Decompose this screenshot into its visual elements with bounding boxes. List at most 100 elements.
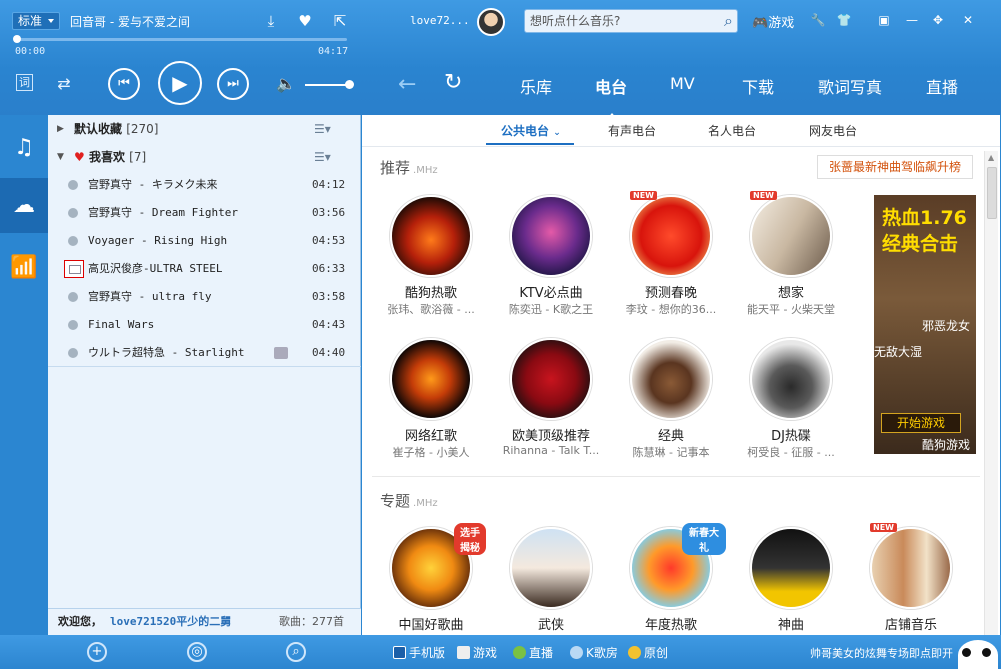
expand-arrow-icon[interactable]: ▶ bbox=[57, 115, 64, 143]
card-cover[interactable] bbox=[390, 338, 472, 420]
nav-lyrics-photo[interactable]: 歌词写真 bbox=[818, 74, 882, 98]
collapse-arrow-icon[interactable]: ▼ bbox=[57, 143, 64, 171]
game-link[interactable]: 游戏 bbox=[457, 644, 497, 661]
cloud-icon[interactable]: ☁ bbox=[0, 178, 48, 233]
original-link[interactable]: 原创 bbox=[628, 644, 668, 661]
radio-card[interactable]: DJ热碟 柯受良 - 征服 - ... bbox=[736, 338, 846, 460]
play-button[interactable]: ▶ bbox=[158, 61, 202, 105]
start-game-button[interactable]: 开始游戏 bbox=[881, 413, 961, 433]
card-cover[interactable] bbox=[510, 527, 592, 609]
tools-icon[interactable]: 🔧 bbox=[810, 12, 826, 28]
scrollbar-thumb[interactable] bbox=[987, 167, 997, 219]
welcome-text: 欢迎您， bbox=[58, 615, 102, 628]
topic-card[interactable]: 新春大礼 年度热歌 bbox=[616, 523, 726, 633]
song-row[interactable]: ウルトラ超特急 - Starlight 04:40 bbox=[48, 339, 361, 367]
ktv-link[interactable]: K歌房 bbox=[570, 644, 618, 661]
song-row[interactable]: 宫野真守 - Dream Fighter 03:56 bbox=[48, 199, 361, 227]
card-cover[interactable] bbox=[630, 195, 712, 277]
nav-download[interactable]: 下载 bbox=[742, 74, 774, 98]
topic-card[interactable]: 武侠 bbox=[496, 527, 606, 633]
prev-button[interactable]: ⏮ bbox=[108, 68, 140, 100]
song-row[interactable]: 高见沢俊彦-ULTRA STEEL 06:33 bbox=[48, 255, 361, 283]
radio-card[interactable]: 经典 陈慧琳 - 记事本 bbox=[616, 338, 726, 460]
radio-signal-icon[interactable]: 📶 bbox=[0, 240, 48, 295]
close-icon[interactable]: ✕ bbox=[960, 12, 976, 28]
game-button[interactable]: 🎮游戏 bbox=[752, 12, 794, 31]
username[interactable]: love72... bbox=[410, 14, 470, 27]
marquee-text[interactable]: 帅哥美女的炫舞专场即点即开 bbox=[810, 645, 960, 661]
card-cover[interactable] bbox=[510, 338, 592, 420]
scrollbar[interactable]: ▲ bbox=[984, 151, 998, 635]
mode-dropdown[interactable]: 标准 bbox=[12, 12, 60, 30]
search-input[interactable] bbox=[525, 10, 705, 32]
minimize-icon[interactable]: — bbox=[904, 12, 920, 28]
tab-public-radio[interactable]: 公共电台 ⌄ bbox=[501, 122, 561, 139]
footer-username[interactable]: love721520平少的二舅 bbox=[110, 609, 231, 635]
playlist-group-default[interactable]: ▶ 默认收藏 [270] ☰▾ bbox=[48, 115, 361, 143]
microphone-icon bbox=[570, 646, 583, 659]
music-note-icon[interactable]: ♫ bbox=[0, 120, 48, 175]
add-icon[interactable]: + bbox=[87, 642, 107, 662]
song-title: 高见沢俊彦-ULTRA STEEL bbox=[88, 262, 223, 275]
playlist-group-favorites[interactable]: ▼ ♥ 我喜欢 [7] ☰▾ bbox=[48, 143, 361, 171]
tab-celebrity-radio[interactable]: 名人电台 bbox=[708, 122, 756, 139]
locate-icon[interactable]: ◎ bbox=[187, 642, 207, 662]
monitor-icon[interactable] bbox=[64, 260, 84, 278]
progress-knob[interactable] bbox=[13, 35, 21, 43]
song-row[interactable]: Final Wars 04:43 bbox=[48, 311, 361, 339]
search-icon[interactable]: ⌕ bbox=[286, 642, 306, 662]
radio-card[interactable]: NEW 预测春晚 李玟 - 想你的36... bbox=[616, 191, 726, 317]
game-ad-banner[interactable]: 热血1.76 经典合击 邪恶龙女 无敌大湿 开始游戏 酷狗游戏 bbox=[874, 195, 976, 454]
nav-radio[interactable]: 电台 bbox=[595, 74, 627, 98]
mobile-link[interactable]: 手机版 bbox=[393, 644, 445, 661]
volume-knob[interactable] bbox=[345, 80, 354, 89]
repeat-icon[interactable]: ⇄ bbox=[54, 74, 74, 94]
radio-card[interactable]: 酷狗热歌 张玮、歌浴薇 - ... bbox=[376, 195, 486, 317]
nav-mv[interactable]: MV bbox=[670, 74, 695, 93]
tab-user-radio[interactable]: 网友电台 bbox=[809, 122, 857, 139]
card-cover[interactable] bbox=[750, 338, 832, 420]
radio-card[interactable]: 欧美顶级推荐 Rihanna - Talk T... bbox=[496, 338, 606, 457]
card-cover[interactable] bbox=[510, 195, 592, 277]
live-link[interactable]: 直播 bbox=[513, 644, 553, 661]
skin-icon[interactable]: 👕 bbox=[836, 12, 852, 28]
download-icon[interactable]: ⤓ bbox=[262, 12, 280, 30]
volume-icon[interactable]: 🔈 bbox=[276, 74, 296, 94]
nav-live[interactable]: 直播 bbox=[926, 74, 958, 98]
song-row[interactable]: 宫野真守 - キラメク未来 04:12 bbox=[48, 171, 361, 199]
volume-slider[interactable] bbox=[305, 84, 347, 86]
back-arrow-icon[interactable]: ← bbox=[398, 72, 416, 97]
card-cover[interactable] bbox=[750, 527, 832, 609]
mv-icon[interactable] bbox=[274, 347, 288, 359]
heart-icon[interactable]: ♥ bbox=[296, 12, 314, 30]
radio-card[interactable]: KTV必点曲 陈奕迅 - K歌之王 bbox=[496, 195, 606, 317]
lyrics-icon[interactable]: 词 bbox=[16, 74, 33, 91]
topic-card[interactable]: NEW 店铺音乐 bbox=[856, 523, 966, 633]
topic-card[interactable]: 神曲 bbox=[736, 527, 846, 633]
tab-audio-radio[interactable]: 有声电台 bbox=[608, 122, 656, 139]
avatar[interactable] bbox=[477, 8, 505, 36]
progress-bar[interactable] bbox=[13, 35, 347, 43]
radio-card[interactable]: 网络红歌 崔子格 - 小美人 bbox=[376, 338, 486, 460]
menu-icon[interactable]: ▣ bbox=[876, 12, 892, 28]
topic-card[interactable]: 选手揭秘 中国好歌曲 bbox=[376, 523, 486, 633]
list-menu-icon[interactable]: ☰▾ bbox=[314, 115, 331, 143]
nav-library[interactable]: 乐库 bbox=[520, 74, 552, 98]
search-box[interactable]: ⌕ bbox=[524, 9, 738, 33]
search-icon[interactable]: ⌕ bbox=[724, 11, 733, 31]
card-cover[interactable] bbox=[630, 338, 712, 420]
card-cover[interactable] bbox=[870, 527, 952, 609]
radio-card[interactable]: NEW 想家 能天平 - 火柴天堂 bbox=[736, 191, 846, 317]
song-row[interactable]: 宫野真守 - ultra fly 03:58 bbox=[48, 283, 361, 311]
card-cover[interactable] bbox=[390, 195, 472, 277]
list-menu-icon[interactable]: ☰▾ bbox=[314, 143, 331, 171]
scroll-up-icon[interactable]: ▲ bbox=[988, 153, 994, 162]
song-row[interactable]: Voyager - Rising High 04:53 bbox=[48, 227, 361, 255]
promo-banner[interactable]: 张蔷最新神曲驾临飙升榜 bbox=[817, 155, 973, 179]
card-cover[interactable] bbox=[750, 195, 832, 277]
next-button[interactable]: ⏭ bbox=[217, 68, 249, 100]
panda-mascot-icon[interactable] bbox=[958, 640, 998, 669]
refresh-icon[interactable]: ↻ bbox=[444, 70, 462, 95]
share-icon[interactable]: ⇱ bbox=[331, 12, 349, 30]
mini-mode-icon[interactable]: ✥ bbox=[930, 12, 946, 28]
